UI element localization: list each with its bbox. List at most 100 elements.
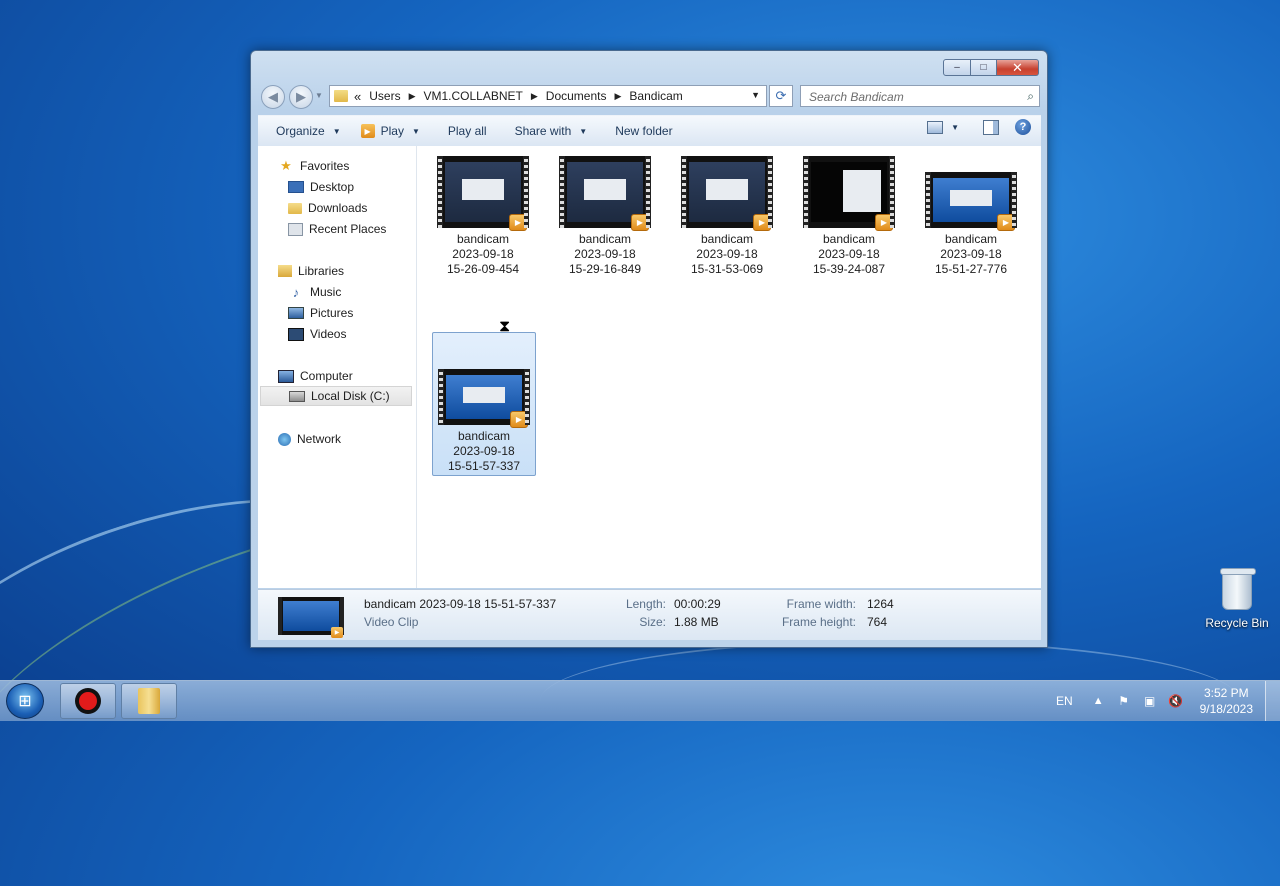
play-all-label: Play all (447, 124, 487, 138)
nav-music[interactable]: ♪ Music (288, 282, 342, 302)
action-center-icon[interactable]: ⚑ (1116, 694, 1132, 708)
preview-pane-icon[interactable] (983, 119, 999, 135)
address-bar[interactable]: « Users ▶ VM1.COLLABNET ▶ Documents ▶ Ba… (329, 85, 767, 107)
minimize-button[interactable]: – (943, 59, 971, 76)
change-view-icon[interactable] (927, 120, 944, 134)
busy-cursor-icon: ⧗ (499, 318, 511, 335)
details-size-label: Size: (639, 615, 666, 629)
clock[interactable]: 3:52 PM 9/18/2023 (1200, 685, 1253, 717)
video-thumbnail: ▶ (925, 172, 1017, 231)
file-name-line: 2023-09-18 (818, 247, 880, 261)
nav-network[interactable]: Network (278, 429, 341, 449)
nav-desktop-label: Desktop (310, 180, 355, 194)
file-name-line: 15-26-09-454 (446, 262, 520, 276)
close-button[interactable]: ✕ (997, 59, 1039, 76)
details-file-type: Video Clip (364, 615, 419, 629)
language-indicator[interactable]: EN (1056, 694, 1073, 708)
nav-favorites-label: Favorites (300, 159, 350, 173)
navigation-bar: ◀ ▶ ▼ « Users ▶ VM1.COLLABNET ▶ Document… (259, 82, 1040, 110)
recycle-bin-label: Recycle Bin (1205, 616, 1269, 630)
breadcrumb-separator-icon[interactable]: ▶ (409, 91, 416, 102)
file-name-line: 15-39-24-087 (812, 262, 886, 276)
hard-disk-icon (289, 390, 305, 402)
recycle-bin-shortcut[interactable]: Recycle Bin (1200, 568, 1274, 630)
nav-libraries[interactable]: Libraries (278, 261, 344, 281)
file-name-line: 15-51-57-337 (447, 459, 521, 473)
new-folder-button[interactable]: New folder (608, 119, 679, 143)
nav-pictures-label: Pictures (310, 306, 354, 320)
breadcrumb-documents[interactable]: Documents (546, 89, 607, 103)
clock-date: 9/18/2023 (1199, 702, 1253, 716)
address-history-dropdown-icon[interactable]: ▼ (751, 90, 760, 100)
video-thumbnail: ▶ (559, 156, 651, 231)
file-name-line: bandicam (457, 429, 511, 443)
details-size-value: 1.88 MB (674, 615, 719, 629)
file-item[interactable]: ▶ bandicam 2023-09-18 15-31-53-069 (675, 156, 779, 277)
network-status-icon[interactable]: ▣ (1142, 694, 1158, 708)
video-thumbnail: ▶ (437, 156, 529, 231)
maximize-button[interactable]: □ (971, 59, 997, 76)
search-input[interactable] (807, 87, 1021, 107)
chevron-down-icon: ▼ (332, 126, 341, 136)
taskbar-bandicam[interactable] (60, 683, 116, 719)
recent-pages-dropdown[interactable]: ▼ (315, 91, 323, 100)
play-icon: ▶ (360, 124, 375, 138)
search-icon[interactable]: ⌕ (1027, 89, 1034, 104)
back-button[interactable]: ◀ (261, 85, 285, 109)
breadcrumb-overflow[interactable]: « (354, 89, 361, 104)
file-name-line: 2023-09-18 (452, 247, 514, 261)
file-name-line: bandicam (822, 232, 876, 246)
nav-downloads-label: Downloads (308, 201, 368, 215)
nav-videos[interactable]: Videos (288, 324, 346, 344)
nav-computer[interactable]: Computer (278, 366, 353, 386)
music-icon: ♪ (292, 284, 300, 300)
help-icon[interactable]: ? (1015, 119, 1031, 135)
file-item[interactable]: ▶ bandicam 2023-09-18 15-29-16-849 (553, 156, 657, 277)
details-pane: ▶ bandicam 2023-09-18 15-51-57-337 Video… (258, 589, 1041, 640)
show-hidden-icons-icon[interactable]: ▲ (1093, 695, 1104, 707)
file-item[interactable]: ▶ bandicam 2023-09-18 15-26-09-454 (431, 156, 535, 277)
show-desktop-button[interactable] (1265, 681, 1280, 721)
file-item[interactable]: ▶ bandicam 2023-09-18 15-51-27-776 (919, 156, 1023, 277)
taskbar-explorer[interactable] (121, 683, 177, 719)
file-name-line: bandicam (944, 232, 998, 246)
breadcrumb-users[interactable]: Users (369, 89, 400, 103)
nav-desktop[interactable]: Desktop (288, 177, 354, 197)
play-all-button[interactable]: Play all (441, 119, 494, 143)
details-frame-height-value: 764 (867, 615, 888, 629)
refresh-button[interactable]: ⟳ (769, 85, 793, 107)
file-name-line: 15-31-53-069 (690, 262, 764, 276)
file-name-line: bandicam (578, 232, 632, 246)
nav-videos-label: Videos (310, 327, 347, 341)
file-item-selected[interactable]: ▶ bandicam 2023-09-18 15-51-57-337 (432, 332, 536, 476)
details-frame-height-label: Frame height: (781, 615, 856, 629)
nav-favorites[interactable]: ★ Favorites (278, 156, 349, 176)
file-item[interactable]: ▶ bandicam 2023-09-18 15-39-24-087 (797, 156, 901, 277)
start-button[interactable]: ⊞ (6, 683, 44, 719)
nav-libraries-label: Libraries (298, 264, 345, 278)
breadcrumb-separator-icon[interactable]: ▶ (531, 91, 538, 102)
breadcrumb-bandicam[interactable]: Bandicam (629, 89, 682, 103)
details-length-label: Length: (625, 597, 666, 611)
breadcrumb-vm1-collabnet[interactable]: VM1.COLLABNET (424, 89, 523, 103)
breadcrumb-separator-icon[interactable]: ▶ (615, 91, 622, 102)
view-options-dropdown-icon[interactable]: ▼ (951, 123, 959, 132)
nav-local-disk[interactable]: Local Disk (C:) (260, 386, 412, 406)
nav-recent-places[interactable]: Recent Places (288, 219, 386, 239)
volume-muted-icon[interactable]: 🔇 (1168, 694, 1184, 708)
nav-local-disk-label: Local Disk (C:) (311, 389, 390, 403)
play-button[interactable]: ▶ Play ▼ (354, 119, 427, 143)
nav-downloads[interactable]: Downloads (288, 198, 367, 218)
nav-pictures[interactable]: Pictures (288, 303, 353, 323)
forward-button[interactable]: ▶ (289, 85, 313, 109)
file-name-line: 2023-09-18 (574, 247, 636, 261)
desktop-icon (288, 181, 304, 193)
taskbar: ⊞ EN ▲ ⚑ ▣ 🔇 3:52 PM 9/18/2023 (0, 680, 1280, 721)
details-file-name: bandicam 2023-09-18 15-51-57-337 (364, 597, 557, 611)
organize-button[interactable]: Organize ▼ (269, 119, 348, 143)
new-folder-label: New folder (615, 124, 673, 138)
file-name-line: bandicam (456, 232, 510, 246)
details-frame-width-value: 1264 (867, 597, 894, 611)
downloads-folder-icon (288, 202, 302, 214)
share-with-button[interactable]: Share with ▼ (508, 119, 595, 143)
